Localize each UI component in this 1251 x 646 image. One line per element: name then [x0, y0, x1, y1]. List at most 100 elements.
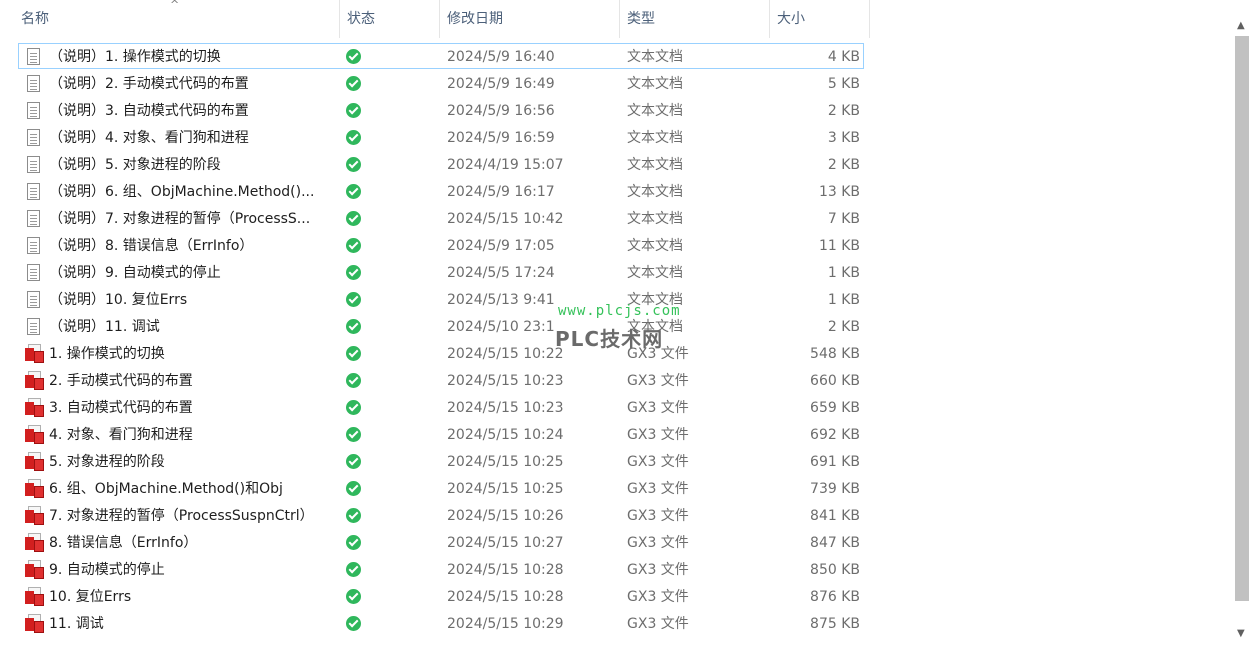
- file-row[interactable]: 8. 错误信息（ErrInfo） 2024/5/15 10:27 GX3 文件 847…: [18, 529, 864, 555]
- file-row[interactable]: （说明）6. 组、ObjMachine.Method()... 2024/5/9 …: [18, 178, 864, 204]
- file-size: 847 KB: [810, 535, 860, 551]
- file-row[interactable]: （说明）7. 对象进程的暂停（ProcessS... 2024/5/15 10:4…: [18, 205, 864, 231]
- file-size: 660 KB: [810, 373, 860, 389]
- gx3-file-icon: [23, 449, 45, 475]
- file-row[interactable]: 2. 手动模式代码的布置 2024/5/15 10:23 GX3 文件 660 KB: [18, 367, 864, 393]
- text-document-icon: [23, 233, 45, 259]
- sync-status-icon: [345, 530, 365, 556]
- sync-status-icon: [345, 206, 365, 232]
- sync-status-icon: [345, 314, 365, 340]
- file-row[interactable]: 7. 对象进程的暂停（ProcessSuspnCtrl） 2024/5/15 10…: [18, 502, 864, 528]
- file-size: 11 KB: [818, 238, 860, 254]
- file-size: 2 KB: [827, 103, 860, 119]
- file-type: GX3 文件: [627, 535, 689, 551]
- file-modified-date: 2024/5/15 10:29: [447, 616, 564, 632]
- file-row[interactable]: （说明）9. 自动模式的停止 2024/5/5 17:24 文本文档 1 KB: [18, 259, 864, 285]
- file-modified-date: 2024/5/10 23:1: [447, 319, 555, 335]
- file-modified-date: 2024/5/9 17:05: [447, 238, 555, 254]
- file-size: 659 KB: [810, 400, 860, 416]
- file-name: 7. 对象进程的暂停（ProcessSuspnCtrl）: [49, 508, 314, 524]
- file-modified-date: 2024/5/15 10:25: [447, 481, 564, 497]
- file-modified-date: 2024/5/15 10:42: [447, 211, 564, 227]
- file-name: （说明）7. 对象进程的暂停（ProcessS...: [49, 211, 311, 227]
- sync-status-icon: [345, 422, 365, 448]
- file-size: 692 KB: [810, 427, 860, 443]
- text-document-icon: [23, 98, 45, 124]
- text-document-icon: [23, 314, 45, 340]
- sync-status-icon: [345, 449, 365, 475]
- file-row[interactable]: （说明）1. 操作模式的切换 2024/5/9 16:40 文本文档 4 KB: [18, 43, 864, 69]
- file-row[interactable]: （说明）10. 复位Errs 2024/5/13 9:41 文本文档 1 KB: [18, 286, 864, 312]
- file-size: 548 KB: [810, 346, 860, 362]
- file-modified-date: 2024/4/19 15:07: [447, 157, 564, 173]
- file-type: GX3 文件: [627, 373, 689, 389]
- file-row[interactable]: （说明）4. 对象、看门狗和进程 2024/5/9 16:59 文本文档 3 KB: [18, 124, 864, 150]
- file-type: 文本文档: [627, 76, 683, 92]
- text-document-icon: [23, 260, 45, 286]
- file-row[interactable]: 1. 操作模式的切换 2024/5/15 10:22 GX3 文件 548 KB: [18, 340, 864, 366]
- column-header-size[interactable]: 大小: [770, 0, 870, 38]
- column-header-status[interactable]: 状态: [340, 0, 440, 38]
- gx3-file-icon: [23, 503, 45, 529]
- file-modified-date: 2024/5/15 10:22: [447, 346, 564, 362]
- file-modified-date: 2024/5/9 16:17: [447, 184, 555, 200]
- file-row[interactable]: 5. 对象进程的阶段 2024/5/15 10:25 GX3 文件 691 KB: [18, 448, 864, 474]
- file-row[interactable]: （说明）2. 手动模式代码的布置 2024/5/9 16:49 文本文档 5 KB: [18, 70, 864, 96]
- column-header-name[interactable]: 名称 ^: [0, 0, 340, 38]
- gx3-file-icon: [23, 395, 45, 421]
- file-modified-date: 2024/5/9 16:49: [447, 76, 555, 92]
- file-row[interactable]: 10. 复位Errs 2024/5/15 10:28 GX3 文件 876 KB: [18, 583, 864, 609]
- sync-status-icon: [345, 395, 365, 421]
- file-row[interactable]: 6. 组、ObjMachine.Method()和Obj 2024/5/15 10…: [18, 475, 864, 501]
- file-row[interactable]: 9. 自动模式的停止 2024/5/15 10:28 GX3 文件 850 KB: [18, 556, 864, 582]
- file-type: GX3 文件: [627, 616, 689, 632]
- file-name: （说明）6. 组、ObjMachine.Method()...: [49, 184, 315, 200]
- column-header-modified-label: 修改日期: [447, 11, 503, 27]
- file-row[interactable]: 3. 自动模式代码的布置 2024/5/15 10:23 GX3 文件 659 KB: [18, 394, 864, 420]
- file-row[interactable]: （说明）3. 自动模式代码的布置 2024/5/9 16:56 文本文档 2 KB: [18, 97, 864, 123]
- file-type: 文本文档: [627, 238, 683, 254]
- column-header-size-label: 大小: [777, 11, 805, 27]
- gx3-file-icon: [23, 557, 45, 583]
- file-size: 4 KB: [827, 49, 860, 65]
- vertical-scrollbar[interactable]: ▲ ▼: [1233, 16, 1251, 646]
- file-row[interactable]: 4. 对象、看门狗和进程 2024/5/15 10:24 GX3 文件 692 KB: [18, 421, 864, 447]
- file-size: 2 KB: [827, 157, 860, 173]
- file-type: GX3 文件: [627, 400, 689, 416]
- file-size: 1 KB: [827, 292, 860, 308]
- file-modified-date: 2024/5/15 10:28: [447, 589, 564, 605]
- file-modified-date: 2024/5/15 10:28: [447, 562, 564, 578]
- scroll-up-icon[interactable]: ▲: [1237, 20, 1245, 31]
- partially-visible-row[interactable]: [18, 640, 864, 646]
- file-type: GX3 文件: [627, 562, 689, 578]
- column-header-type-label: 类型: [627, 11, 655, 27]
- sync-status-icon: [345, 125, 365, 151]
- file-type: 文本文档: [627, 265, 683, 281]
- file-row[interactable]: （说明）5. 对象进程的阶段 2024/4/19 15:07 文本文档 2 KB: [18, 151, 864, 177]
- file-row[interactable]: （说明）11. 调试 2024/5/10 23:1 文本文档 2 KB: [18, 313, 864, 339]
- file-row[interactable]: 11. 调试 2024/5/15 10:29 GX3 文件 875 KB: [18, 610, 864, 636]
- file-type: 文本文档: [627, 130, 683, 146]
- scroll-down-icon[interactable]: ▼: [1237, 628, 1245, 639]
- text-document-icon: [23, 287, 45, 313]
- file-type: GX3 文件: [627, 481, 689, 497]
- file-name: 1. 操作模式的切换: [49, 346, 165, 362]
- file-name: （说明）1. 操作模式的切换: [49, 49, 221, 65]
- file-name: （说明）3. 自动模式代码的布置: [49, 103, 249, 119]
- scrollbar-thumb[interactable]: [1235, 36, 1249, 601]
- file-modified-date: 2024/5/15 10:25: [447, 454, 564, 470]
- sync-status-icon: [345, 44, 365, 70]
- file-type: GX3 文件: [627, 427, 689, 443]
- column-header-type[interactable]: 类型: [620, 0, 770, 38]
- file-name: 8. 错误信息（ErrInfo）: [49, 535, 198, 551]
- file-size: 7 KB: [827, 211, 860, 227]
- file-name: （说明）4. 对象、看门狗和进程: [49, 130, 249, 146]
- file-type: 文本文档: [627, 319, 683, 335]
- file-type: 文本文档: [627, 49, 683, 65]
- file-type: 文本文档: [627, 157, 683, 173]
- text-document-icon: [23, 71, 45, 97]
- file-row[interactable]: （说明）8. 错误信息（ErrInfo） 2024/5/9 17:05 文本文档 11…: [18, 232, 864, 258]
- column-header-modified[interactable]: 修改日期: [440, 0, 620, 38]
- file-name: 4. 对象、看门狗和进程: [49, 427, 193, 443]
- file-size: 739 KB: [810, 481, 860, 497]
